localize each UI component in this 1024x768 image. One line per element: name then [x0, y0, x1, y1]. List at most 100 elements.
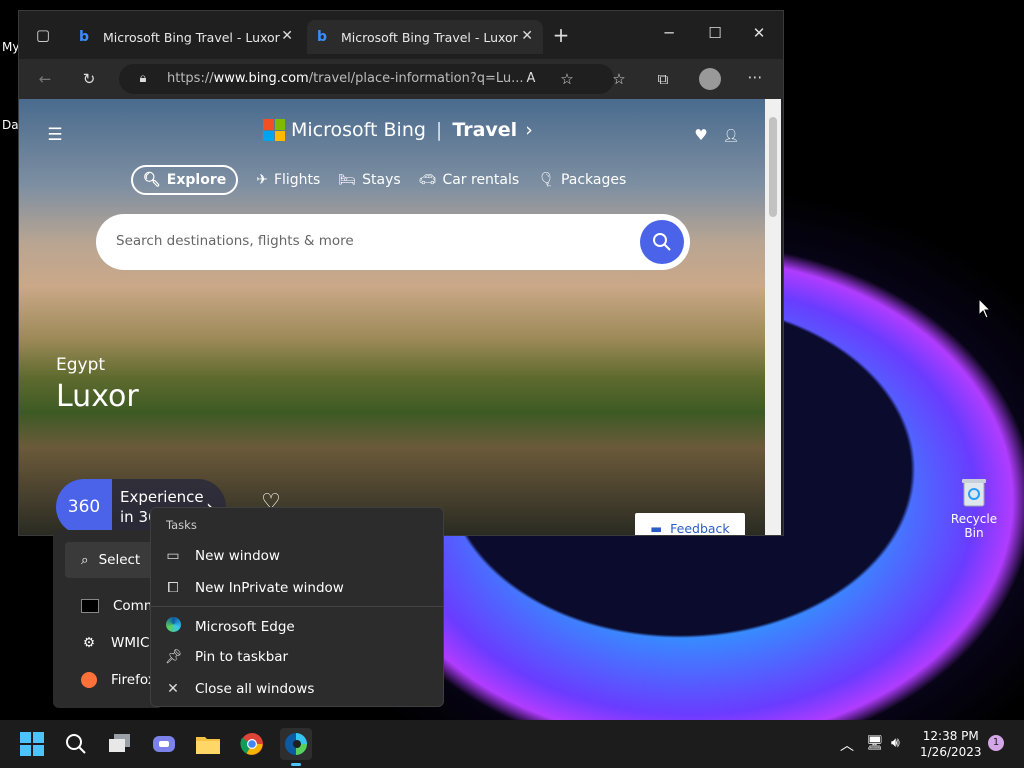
folder-icon — [196, 737, 220, 754]
chrome-icon — [240, 733, 263, 755]
back-icon[interactable]: ← — [35, 69, 55, 89]
chevron-right-icon: › — [525, 119, 533, 141]
teams-chat[interactable] — [148, 728, 180, 760]
clock[interactable]: 12:38 PM 1/26/2023 — [920, 728, 982, 760]
show-hidden-icons[interactable]: ︿ — [840, 735, 854, 755]
menu-new-inprivate-window[interactable]: ⧠ New InPrivate window — [165, 580, 343, 596]
nav-stays-label: Stays — [362, 172, 401, 188]
car-icon: 🚗︎ — [418, 172, 437, 188]
app-firefox[interactable]: Firefox — [81, 672, 156, 688]
menu-new-window[interactable]: ▭ New window — [165, 548, 280, 564]
file-explorer[interactable] — [192, 728, 224, 760]
destination-search-box[interactable]: Search destinations, flights & more — [96, 214, 690, 270]
volume-icon[interactable]: 🔊︎ — [891, 735, 900, 751]
app-wmic[interactable]: ⚙ WMIC. — [81, 635, 154, 651]
add-favorite-icon[interactable]: ☆ — [557, 69, 577, 89]
start-button[interactable] — [16, 728, 48, 760]
nav-packages-label: Packages — [560, 172, 627, 188]
nav-explore-label: Explore — [166, 172, 227, 188]
nav-car-rentals[interactable]: 🚗︎ Car rentals — [419, 172, 520, 188]
brand-name: Microsoft Bing — [291, 119, 426, 141]
lock-icon[interactable]: 🔒︎ — [135, 69, 151, 89]
mouse-cursor-icon — [978, 298, 992, 319]
close-tab-icon[interactable]: ✕ — [281, 28, 293, 44]
hamburger-menu-icon[interactable]: ☰ — [45, 125, 65, 145]
notification-badge[interactable]: 1 — [988, 735, 1004, 751]
active-indicator — [291, 763, 301, 766]
tab-actions-icon[interactable]: ▢ — [33, 25, 53, 45]
nav-explore[interactable]: 🔍︎ Explore — [131, 165, 239, 195]
bing-travel-page: ☰ Microsoft Bing | Travel › ♥ 👤︎ 🔍︎ Expl… — [19, 99, 765, 535]
bing-favicon-icon: b — [79, 29, 90, 45]
menu-close-all-windows[interactable]: ✕ Close all windows — [165, 681, 314, 697]
recycle-bin-icon — [962, 479, 986, 507]
tab-bar: ▢ b Microsoft Bing Travel - Luxor ✕ b Mi… — [19, 11, 783, 59]
browser-window: ▢ b Microsoft Bing Travel - Luxor ✕ b Mi… — [18, 10, 784, 536]
travel-nav: 🔍︎ Explore ✈ Flights 🛏︎ Stays 🚗︎ Car rental… — [131, 165, 626, 195]
minimize-icon[interactable]: ─ — [659, 23, 679, 43]
tab-bing-travel-1[interactable]: b Microsoft Bing Travel - Luxor ✕ — [69, 20, 303, 54]
maximize-icon[interactable]: ☐ — [705, 23, 725, 43]
close-tab-icon[interactable]: ✕ — [521, 28, 533, 44]
app-command-prompt[interactable]: Comm — [81, 598, 157, 614]
menu-pin-to-taskbar[interactable]: 📌︎ Pin to taskbar — [165, 649, 288, 665]
nav-flights-label: Flights — [273, 172, 321, 188]
recycle-bin-label: Recycle Bin — [950, 512, 998, 540]
destination-country: Egypt — [56, 355, 106, 375]
task-view-icon — [109, 734, 130, 752]
nav-stays[interactable]: 🛏︎ Stays — [338, 172, 400, 188]
inprivate-window-icon: ⧠ — [167, 580, 179, 596]
desktop-icon-label[interactable]: My — [2, 40, 19, 54]
desktop-icon-label[interactable]: Da — [2, 118, 19, 132]
clock-time: 12:38 PM — [922, 729, 979, 743]
search-button[interactable] — [640, 220, 684, 264]
app-search-label: Select — [98, 552, 141, 568]
360-icon: 360 — [56, 479, 112, 535]
tab-bing-travel-2[interactable]: b Microsoft Bing Travel - Luxor ✕ — [307, 20, 543, 54]
menu-microsoft-edge[interactable]: Microsoft Edge — [165, 617, 295, 636]
url-text: https://www.bing.com/travel/place-inform… — [167, 71, 524, 86]
read-aloud-icon[interactable]: A — [521, 69, 541, 89]
hot-air-balloon-icon: 🎈︎ — [537, 172, 555, 188]
search-icon: 🔍︎ — [143, 172, 161, 188]
microsoft-edge-taskbar[interactable] — [280, 728, 312, 766]
search-icon — [66, 734, 86, 754]
scrollbar-thumb[interactable] — [769, 117, 777, 217]
page-scrollbar[interactable] — [765, 99, 781, 535]
chrome[interactable] — [236, 728, 268, 760]
edge-icon — [165, 617, 181, 636]
edge-jump-list-menu: Tasks ▭ New window ⧠ New InPrivate window … — [150, 507, 444, 707]
sign-in-icon[interactable]: 👤︎ — [721, 127, 741, 147]
menu-header: Tasks — [166, 518, 197, 532]
collections-icon[interactable]: ⧉ — [653, 69, 673, 89]
profile-avatar[interactable] — [699, 68, 721, 90]
feedback-button[interactable]: ▬ Feedback — [635, 513, 745, 535]
window-icon: ▭ — [166, 548, 180, 564]
close-icon: ✕ — [167, 681, 179, 697]
bing-travel-logo[interactable]: Microsoft Bing | Travel › — [263, 119, 533, 141]
nav-packages[interactable]: 🎈︎ Packages — [537, 172, 626, 188]
address-bar[interactable]: 🔒︎ https://www.bing.com/travel/place-inf… — [119, 64, 614, 94]
logo-divider: | — [435, 119, 443, 141]
address-bar-row: ← ↻ 🔒︎ https://www.bing.com/travel/place… — [19, 59, 783, 99]
new-tab-icon[interactable]: + — [551, 25, 571, 45]
search-placeholder: Search destinations, flights & more — [116, 233, 354, 249]
tab-title: Microsoft Bing Travel - Luxor — [103, 29, 280, 45]
favorites-icon[interactable]: ☆ — [609, 69, 629, 89]
task-view[interactable] — [104, 728, 136, 760]
edge-icon — [285, 733, 307, 755]
taskbar-search[interactable] — [60, 728, 92, 760]
clock-date: 1/26/2023 — [920, 745, 982, 759]
nav-flights[interactable]: ✈ Flights — [256, 172, 320, 188]
start-app-list: ⌕ Select Comm ⚙ WMIC. Firefox — [53, 530, 165, 708]
recycle-bin[interactable]: Recycle Bin — [944, 476, 1004, 540]
saved-heart-icon[interactable]: ♥ — [691, 125, 711, 145]
close-window-icon[interactable]: ✕ — [749, 23, 769, 43]
more-options-icon[interactable]: ⋯ — [745, 67, 765, 87]
network-icon[interactable]: 🖥︎ — [866, 735, 884, 751]
section-name: Travel — [452, 119, 518, 141]
airplane-icon: ✈ — [256, 172, 268, 188]
windows-logo-icon — [20, 732, 44, 756]
refresh-icon[interactable]: ↻ — [79, 69, 99, 89]
search-icon: ⌕ — [81, 552, 89, 568]
